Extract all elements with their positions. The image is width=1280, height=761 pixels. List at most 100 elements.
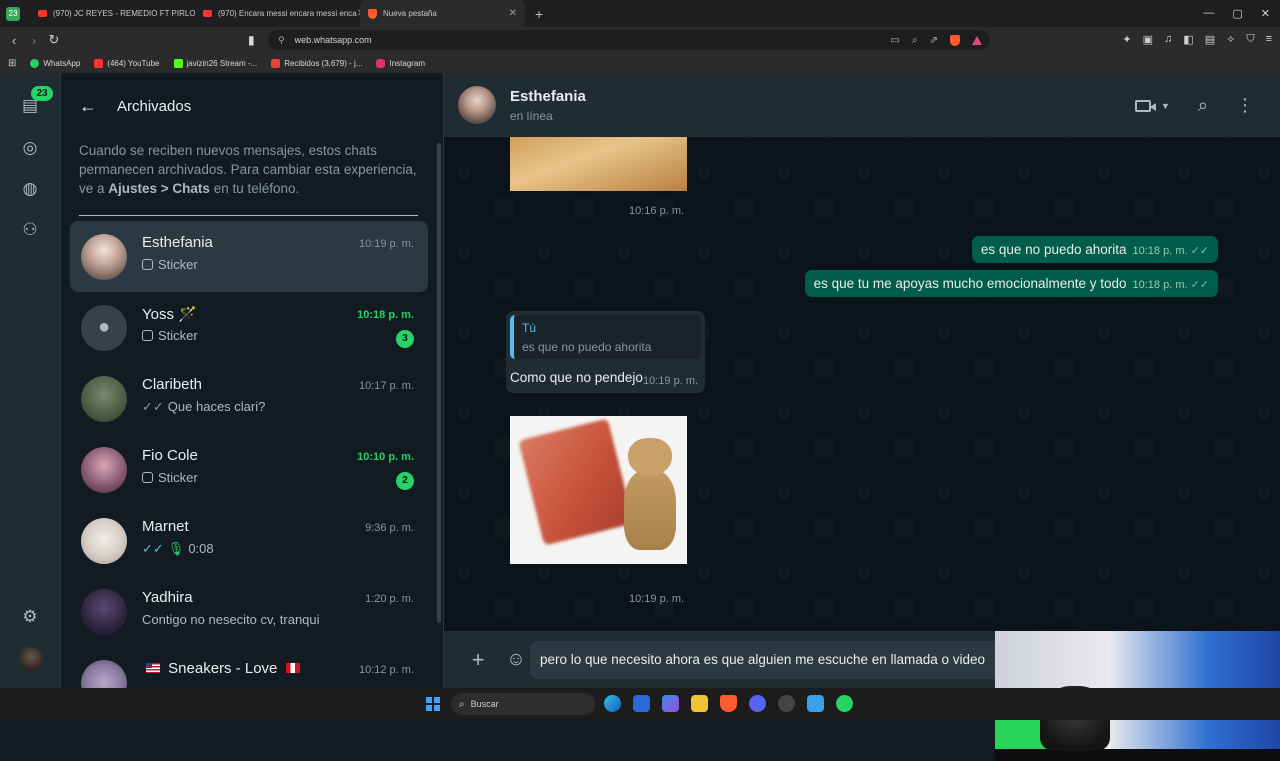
bookmark-label: javizin26 Stream -... — [186, 58, 258, 68]
edge-icon[interactable] — [604, 695, 621, 712]
cast-icon[interactable]: ▭ — [891, 35, 900, 46]
microphone-icon: 🎙 — [167, 540, 185, 556]
store-icon[interactable] — [633, 695, 650, 712]
youtube-icon — [203, 10, 212, 17]
forward-icon[interactable]: › — [24, 33, 44, 48]
more-options-icon[interactable]: ⋮ — [1236, 95, 1254, 116]
sticker-timestamp: 10:16 p. m. — [629, 205, 685, 217]
emoji-icon[interactable]: ☺ — [503, 649, 529, 671]
wallet-icon[interactable]: ▤ — [1205, 33, 1215, 46]
whatsapp-app: ▤ 23 ◎ ◍ ⚇ ⚙ ← Archivados Cuando se reci… — [0, 73, 1280, 761]
channels-icon[interactable]: ◍ — [18, 177, 42, 201]
bookmark-youtube[interactable]: (464) YouTube — [94, 58, 160, 68]
chat-item-claribeth[interactable]: Claribeth 10:17 p. m. ✓✓ Que haces clari? — [70, 363, 428, 434]
extensions-icon[interactable]: ✦ — [1122, 33, 1131, 46]
menu-icon[interactable]: ≡ — [1266, 33, 1272, 46]
browser-tab[interactable]: (970) JC REYES - REMEDIO FT PIRLO ✕ — [30, 0, 195, 27]
chat-time: 1:20 p. m. — [365, 592, 414, 605]
search-icon: ⌕ — [459, 698, 465, 710]
double-check-read-icon: ✓✓ — [142, 540, 164, 556]
chat-item-marnet[interactable]: Marnet 9:36 p. m. ✓✓ 🎙 0:08 — [70, 505, 428, 576]
communities-icon[interactable]: ⚇ — [18, 218, 42, 242]
chats-unread-badge: 23 — [31, 86, 53, 101]
minimize-icon[interactable]: — — [1203, 7, 1214, 20]
music-icon[interactable]: ♫ — [1164, 33, 1172, 46]
chat-item-yadhira[interactable]: Yadhira 1:20 p. m. Contigo no nesecito c… — [70, 576, 428, 647]
chat-name: Sneakers - Love — [142, 660, 304, 677]
chat-time: 9:36 p. m. — [365, 521, 414, 534]
message-time: 10:18 p. m. — [1132, 245, 1188, 257]
search-icon[interactable]: ⌕ — [1198, 95, 1208, 116]
notice-text: en tu teléfono. — [209, 181, 300, 196]
video-camera-icon — [1134, 99, 1156, 112]
chat-preview: Contigo no nesecito cv, tranqui — [142, 611, 320, 627]
discord-icon[interactable] — [749, 695, 766, 712]
bookmark-kick[interactable]: javizin26 Stream -... — [173, 58, 258, 68]
maximize-icon[interactable]: ▢ — [1232, 7, 1242, 20]
profile-avatar[interactable] — [19, 647, 43, 671]
brave-shields-icon[interactable] — [950, 34, 960, 46]
share-icon[interactable]: ⇗ — [930, 35, 938, 46]
file-explorer-icon[interactable] — [691, 695, 708, 712]
chat-item-fio-cole[interactable]: Fio Cole 10:10 p. m. Sticker 2 — [70, 434, 428, 505]
cat-brick-sticker[interactable] — [510, 416, 687, 564]
unread-count-badge: 3 — [396, 329, 414, 348]
site-info-icon[interactable]: ⚲ — [278, 35, 285, 46]
new-tab-button[interactable]: + — [535, 6, 543, 22]
contact-name[interactable]: Esthefania — [510, 88, 586, 105]
bookmark-gmail[interactable]: Recibidos (3,679) - j... — [271, 58, 362, 68]
taskbar-apps — [604, 695, 853, 712]
browser-tab-active[interactable]: Nueva pestaña ✕ — [360, 0, 525, 27]
chat-time: 10:17 p. m. — [358, 379, 414, 392]
youtube-icon — [94, 58, 104, 68]
bookmark-icon[interactable]: ▮ — [248, 33, 255, 47]
windows-start-icon[interactable] — [426, 697, 440, 711]
video-call-button[interactable]: ▼ — [1134, 99, 1170, 112]
address-bar[interactable]: ⚲ web.whatsapp.com ▭ ⌕ ⇗ — [268, 30, 990, 50]
back-arrow-icon[interactable]: ← — [79, 96, 97, 117]
conversation-header: Esthefania en línea ▼ ⌕ ⋮ — [444, 73, 1280, 137]
message-bubble-incoming[interactable]: Tú es que no puedo ahorita Como que no p… — [506, 311, 705, 393]
contact-avatar[interactable] — [458, 86, 496, 124]
teams-icon[interactable] — [662, 695, 679, 712]
bookmark-instagram[interactable]: Instagram — [376, 58, 425, 68]
chat-item-yoss[interactable]: ● Yoss 🪄 10:18 p. m. Sticker 3 — [70, 292, 428, 363]
message-bubble-outgoing[interactable]: es que no puedo ahorita 10:18 p. m. ✓✓ — [971, 236, 1218, 263]
brave-icon[interactable] — [720, 695, 737, 712]
attach-plus-icon[interactable]: + — [465, 647, 491, 673]
chat-item-esthefania[interactable]: Esthefania 10:19 p. m. Sticker — [70, 221, 428, 292]
reload-icon[interactable]: ↻ — [44, 32, 64, 48]
whatsapp-icon[interactable] — [836, 695, 853, 712]
quote-text: es que no puedo ahorita — [522, 340, 652, 354]
apps-grid-icon[interactable]: ⊞ — [8, 58, 16, 69]
chat-name: Claribeth — [142, 375, 203, 393]
browser-tab[interactable]: (970) Encara messi encara messi enca ✕ — [195, 0, 360, 27]
whatsapp-icon — [30, 58, 40, 68]
close-window-icon[interactable]: ✕ — [1261, 7, 1270, 20]
quoted-message[interactable]: Tú es que no puedo ahorita — [510, 315, 701, 359]
tab-search-icon[interactable]: ▣ — [1143, 33, 1153, 46]
sticker-image[interactable] — [510, 137, 687, 191]
chat-list-scrollbar[interactable] — [437, 143, 441, 623]
sticker-icon — [142, 329, 153, 341]
message-bubble-outgoing[interactable]: es que tu me apoyas mucho emocionalmente… — [804, 270, 1218, 297]
chat-preview: ✓✓ Que haces clari? — [142, 399, 265, 415]
avatar — [81, 375, 127, 422]
settings-icon[interactable]: ⚙ — [18, 605, 42, 629]
chat-preview: ✓✓ 🎙 0:08 — [142, 541, 214, 557]
steam-icon[interactable] — [778, 695, 795, 712]
notepad-icon[interactable] — [807, 695, 824, 712]
close-tab-icon[interactable]: ✕ — [509, 8, 517, 19]
brave-rewards-icon[interactable] — [972, 35, 982, 45]
quote-author: Tú — [522, 321, 537, 335]
zoom-icon[interactable]: ⌕ — [912, 35, 918, 46]
taskbar-search[interactable]: ⌕ Buscar — [451, 693, 595, 715]
vpn-icon[interactable]: ⛉ — [1246, 33, 1254, 46]
status-icon[interactable]: ◎ — [18, 136, 42, 160]
back-icon[interactable]: ‹ — [4, 33, 24, 48]
sidebar-icon[interactable]: ◧ — [1183, 33, 1193, 46]
bookmark-whatsapp[interactable]: WhatsApp — [30, 58, 80, 68]
message-time: 10:18 p. m. — [1132, 279, 1188, 291]
leo-icon[interactable]: ✧ — [1226, 33, 1235, 46]
chat-name: Yoss 🪄 — [142, 305, 197, 323]
